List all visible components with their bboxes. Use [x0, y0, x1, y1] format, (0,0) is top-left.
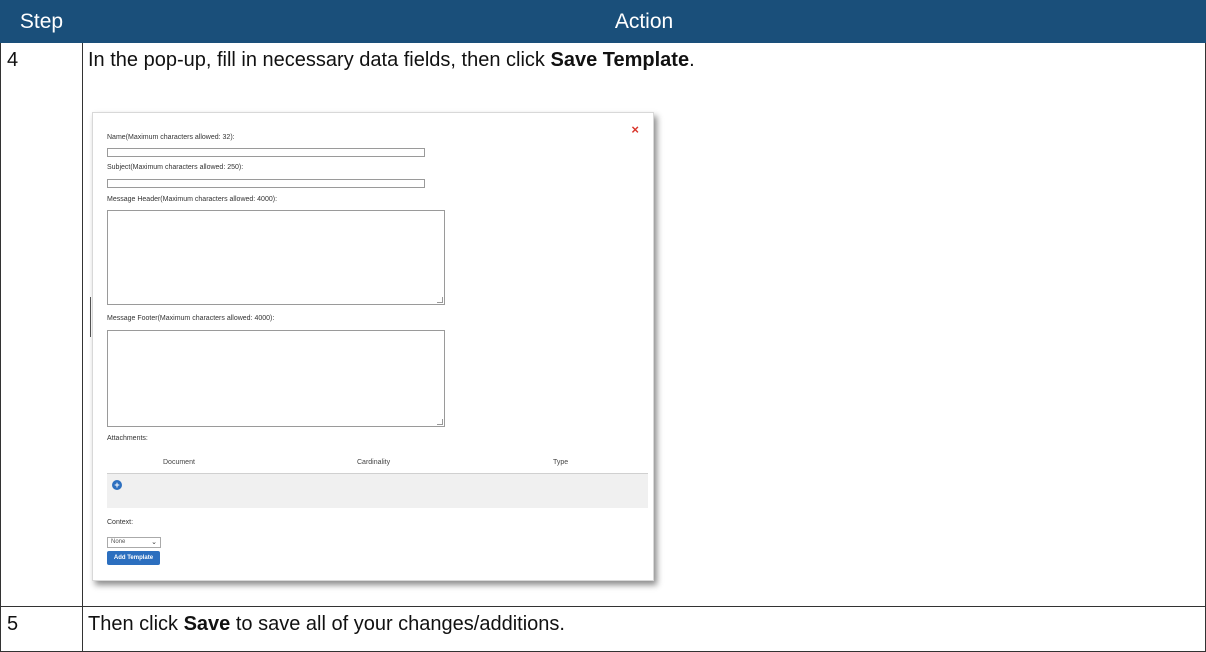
action-text-end: to save all of your changes/additions. — [230, 613, 565, 635]
message-footer-textarea[interactable] — [107, 330, 445, 427]
resize-handle-icon[interactable] — [437, 419, 443, 425]
column-header-document: Document — [163, 459, 195, 466]
divider — [90, 297, 91, 337]
message-footer-label: Message Footer(Maximum characters allowe… — [107, 315, 275, 322]
step-number: 4 — [0, 42, 83, 607]
step-number: 5 — [0, 606, 83, 652]
name-input[interactable] — [107, 148, 425, 157]
subject-label: Subject(Maximum characters allowed: 250)… — [107, 164, 244, 171]
attachments-table: Document Cardinality Type + — [107, 453, 648, 508]
close-icon[interactable]: × — [631, 122, 639, 137]
attachments-label: Attachments: — [107, 435, 148, 442]
action-text-end: . — [689, 49, 695, 71]
column-header-step: Step — [0, 0, 83, 43]
column-header-action: Action — [82, 0, 1206, 43]
template-popup: × Name(Maximum characters allowed: 32): … — [92, 112, 654, 581]
name-label: Name(Maximum characters allowed: 32): — [107, 134, 235, 141]
add-attachment-icon[interactable]: + — [112, 480, 122, 490]
table-header-row: Step Action — [0, 0, 1206, 43]
add-template-button[interactable]: Add Template — [107, 551, 160, 565]
chevron-down-icon: ⌄ — [151, 539, 157, 546]
resize-handle-icon[interactable] — [437, 297, 443, 303]
action-text: Then click — [88, 613, 184, 635]
message-header-label: Message Header(Maximum characters allowe… — [107, 196, 278, 203]
action-text: In the pop-up, fill in necessary data fi… — [88, 49, 551, 71]
table-row: 5 Then click Save to save all of your ch… — [0, 606, 1206, 652]
column-header-type: Type — [553, 459, 569, 466]
attachments-header: Document Cardinality Type — [107, 453, 648, 474]
context-label: Context: — [107, 519, 134, 526]
context-select[interactable]: None ⌄ — [107, 537, 161, 548]
step-action: Then click Save to save all of your chan… — [82, 606, 1206, 652]
action-ui-term: Save — [183, 613, 231, 635]
subject-input[interactable] — [107, 179, 425, 188]
column-header-cardinality: Cardinality — [357, 459, 391, 466]
action-ui-term: Save Template — [550, 49, 690, 71]
context-selected-value: None — [111, 539, 126, 545]
message-header-textarea[interactable] — [107, 210, 445, 305]
